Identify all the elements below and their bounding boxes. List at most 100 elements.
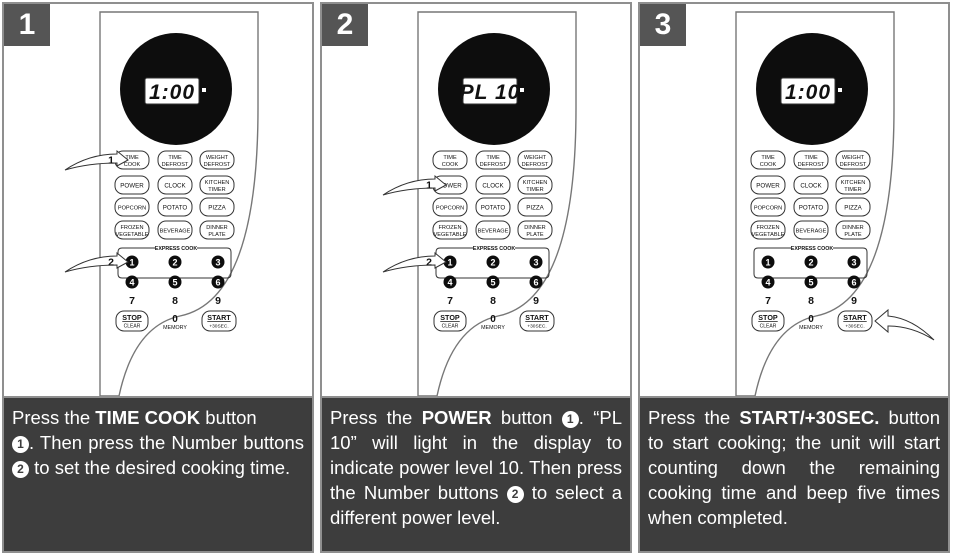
step-panel-1: 1 1:00 Oz TIME COOK TIME DEFROST WEIGHT DEFROST… [2,2,314,553]
button-label: 4 [129,277,134,287]
number-2-button: 2 [486,255,500,269]
button-label: STOP [122,313,142,322]
button-label: 5 [490,277,495,287]
button-label: START [207,313,231,322]
start-button: START +30SEC. [837,310,873,332]
button-label: MEMORY [163,325,187,331]
pointer-number: 1 [426,180,432,192]
express-cook-label: EXPRESS COOK [155,246,198,252]
button-label: DINNER [524,225,545,231]
number-5-button: 5 [168,275,182,289]
number-2-button: 2 [168,255,182,269]
button-label: POPCORN [118,206,146,212]
start-button: START +30SEC. [201,310,237,332]
button-label: TIMER [208,187,225,193]
pointer-number: 1 [108,155,114,167]
button-label: VEGETABLE [434,232,467,238]
number-3-button: 3 [847,255,861,269]
button-label: CLEAR [124,324,141,330]
button-label: POPCORN [436,206,464,212]
weight-defrost-button: WEIGHTDEFROST [199,150,235,170]
button-label: 1 [765,257,770,267]
pizza-button: PIZZA [517,197,553,217]
clock-button: CLOCK [793,175,829,195]
pointer-number: 2 [426,257,432,269]
button-label: MEMORY [481,325,505,331]
button-label: DEFROST [480,162,507,168]
step-caption: Press the TIME COOK button 1. Then press … [4,396,312,551]
popcorn-button: POPCORN [750,197,786,217]
button-label: 4 [447,277,452,287]
button-label: 3 [851,257,856,267]
number-6-button: 6 [529,275,543,289]
number-2-button: 2 [804,255,818,269]
button-label: 2 [172,257,177,267]
kitchen-timer-button: KITCHENTIMER [517,175,553,195]
express-cook-label: EXPRESS COOK [473,246,516,252]
button-label: WEIGHT [842,155,865,161]
button-label: 1 [447,257,452,267]
number-3-button: 3 [211,255,225,269]
button-label: CLOCK [164,183,186,190]
potato-button: POTATO [157,197,193,217]
button-label: CLOCK [800,183,822,190]
button-label: 3 [215,257,220,267]
frozen-vegetable-button: FROZENVEGETABLE [750,220,786,240]
lcd-readout: 1:00 [149,81,195,104]
number-9-button: 9 [851,295,857,307]
button-label: FROZEN [121,225,144,231]
pizza-button: PIZZA [835,197,871,217]
button-label: STOP [758,313,778,322]
step-caption: Press the POWER button 1. “PL 10” will l… [322,396,630,551]
lcd-readout: PL 10 [460,81,521,104]
button-label: DINNER [206,225,227,231]
button-label: DEFROST [204,162,231,168]
button-label: WEIGHT [524,155,547,161]
control-panel-illustration: PL 10 OzTIMECOOKTIMEDEFROSTWEIGHTDEFROSTP… [382,11,577,396]
button-label: TIMER [526,187,543,193]
beverage-button: BEVERAGE [793,220,829,240]
button-label: DINNER [842,225,863,231]
button-label: 5 [808,277,813,287]
button-label: KITCHEN [841,180,866,186]
weight-defrost-button: WEIGHTDEFROST [517,150,553,170]
button-label: BEVERAGE [160,229,191,235]
button-label: PIZZA [526,205,544,212]
button-label: KITCHEN [205,180,230,186]
button-label: COOK [124,162,141,168]
frozen-vegetable-button: FROZENVEGETABLE [432,220,468,240]
button-label: BEVERAGE [478,229,509,235]
start-button: START +30SEC. [519,310,555,332]
number-3-button: 3 [529,255,543,269]
button-label: +30SEC. [845,324,864,330]
stop-button: STOP CLEAR [751,310,785,332]
button-label: 4 [765,277,770,287]
button-label: FROZEN [439,225,462,231]
button-label: TIME [804,155,818,161]
button-label: WEIGHT [206,155,229,161]
indicator-light [838,88,842,92]
button-label: +30SEC. [527,324,546,330]
button-label: 6 [533,277,538,287]
time-defrost-button: TIMEDEFROST [793,150,829,170]
button-label: COOK [442,162,459,168]
number-8-button: 8 [172,295,178,307]
button-label: TIME [443,155,457,161]
button-label: POTATO [799,205,824,212]
number-two-icon: 2 [12,461,29,478]
oz-indicator: Oz [839,80,846,86]
button-label: POTATO [481,205,506,212]
frozen-vegetable-button: FROZENVEGETABLE [114,220,150,240]
button-label: START [843,313,867,322]
kitchen-timer-button: KITCHENTIMER [835,175,871,195]
button-label: 6 [215,277,220,287]
pizza-button: PIZZA [199,197,235,217]
number-7-button: 7 [447,295,453,307]
clock-button: CLOCK [157,175,193,195]
pointer-arrow-icon [874,308,935,341]
button-label: 0 [172,314,178,325]
indicator-light [520,88,524,92]
button-label: PIZZA [844,205,862,212]
time-defrost-button: TIMEDEFROST [475,150,511,170]
number-5-button: 5 [804,275,818,289]
